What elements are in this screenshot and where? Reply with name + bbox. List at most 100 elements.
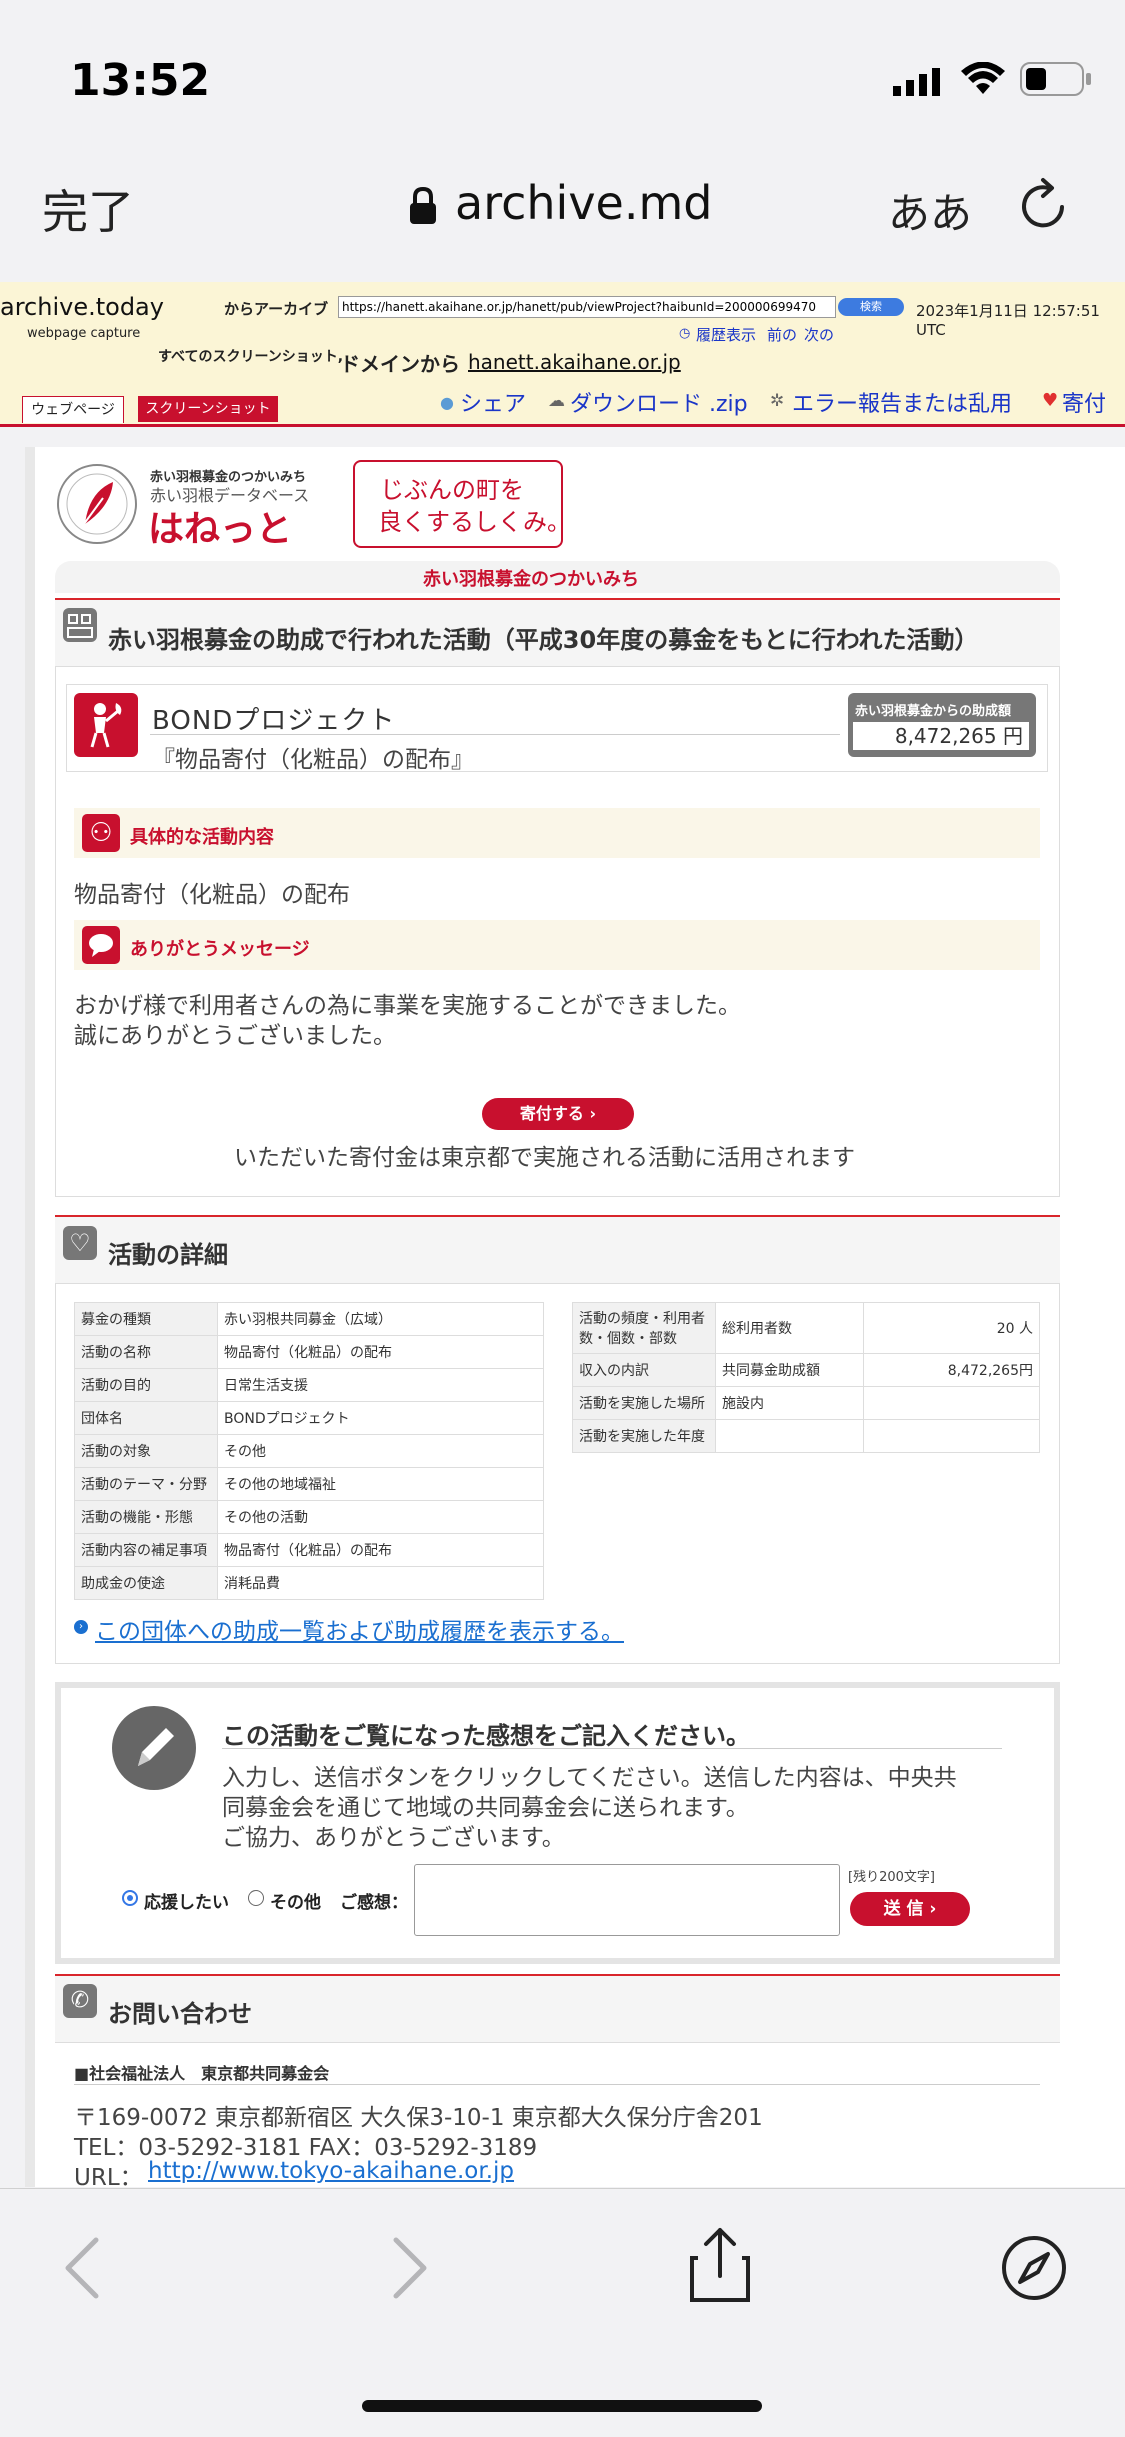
detail-value: BONDプロジェクト [217,1401,544,1435]
detail-value-2 [863,1419,1040,1453]
donate-link[interactable]: 寄付 [1062,386,1106,418]
detail-row: 活動の名称 物品寄付（化粧品）の配布 [74,1335,544,1369]
detail-value-2: 20 人 [863,1302,1040,1354]
detail-key: 活動の名称 [74,1335,218,1369]
detail-value: 消耗品費 [217,1566,544,1600]
lock-icon [408,186,438,230]
donate-button[interactable]: 寄付する › [482,1098,634,1130]
detail-row: 活動の頻度・利用者数・個数・部数 総利用者数 20 人 [572,1302,1040,1354]
detail-row: 活動内容の補足事項 物品寄付（化粧品）の配布 [74,1533,544,1567]
remaining-count: [残り200文字] [848,1870,935,1885]
done-button[interactable]: 完了 [42,176,134,242]
detail-key: 団体名 [74,1401,218,1435]
detail-key: 募金の種類 [74,1302,218,1336]
radio-support-label: 応援したい [144,1893,229,1913]
detail-row: 団体名 BONDプロジェクト [74,1401,544,1435]
reload-icon[interactable] [1015,176,1073,238]
report-link[interactable]: エラー報告または乱用 [792,386,1012,418]
feedback-line-3: ご協力、ありがとうございます。 [222,1825,565,1851]
detail-value: その他 [217,1434,544,1468]
detail-value-2 [863,1386,1040,1420]
detail-row: 助成金の使途 消耗品費 [74,1566,544,1600]
org-rule [74,2084,1040,2085]
share-sheet-icon[interactable] [688,2224,752,2308]
speech-bubble-icon [82,926,120,964]
address: 〒169-0072 東京都新宿区 大久保3-10-1 東京都大久保分庁舎201 [74,2105,763,2131]
pencil-icon [112,1706,196,1790]
archive-search-button[interactable]: 検索 [838,298,904,316]
tab-webpage[interactable]: ウェブページ [22,396,124,423]
detail-key: 活動の機能・形態 [74,1500,218,1534]
forward-icon[interactable] [390,2236,430,2304]
from-archive-label: からアーカイブ [224,300,329,318]
detail-key: 活動のテーマ・分野 [74,1467,218,1501]
back-icon[interactable] [62,2236,102,2304]
feedback-line-1: 入力し、送信ボタンをクリックしてください。送信した内容は、中央共 [222,1765,957,1791]
thanks-head: ありがとうメッセージ [130,939,310,960]
details-table-left: 募金の種類 赤い羽根共同募金（広域） 活動の名称 物品寄付（化粧品）の配布 活動の目的日… [74,1302,544,1600]
contact-title: お問い合わせ [108,2000,252,2028]
org-url-link[interactable]: http://www.tokyo-akaihane.or.jp [148,2158,514,2184]
tab-screenshot[interactable]: スクリーンショット [138,396,278,422]
compass-icon[interactable] [1000,2234,1068,2306]
detail-value-2: 8,472,265円 [863,1353,1040,1387]
thanks-line-1: おかげ様で利用者さんの為に事業を実施することができました。 [74,993,741,1019]
project-rule [150,734,840,735]
history-link[interactable]: 履歴表示 [696,324,756,345]
detail-key: 活動の対象 [74,1434,218,1468]
activity-head: 具体的な活動内容 [130,827,274,848]
section1-title: 赤い羽根募金の助成で行われた活動（平成30年度の募金をもとに行われた活動） [108,626,979,654]
detail-row: 活動を実施した場所 施設内 [572,1386,1040,1420]
detail-key: 活動を実施した場所 [572,1386,716,1420]
people-icon [63,608,97,642]
heart-icon: ♥ [1042,390,1059,411]
radio-support[interactable] [122,1890,138,1906]
history-list-link[interactable]: この団体への助成一覧および助成履歴を表示する。 [95,1612,624,1646]
tagline: 赤い羽根募金のつかいみち [423,569,639,590]
slogan-line-2: 良くするしくみ。 [378,508,571,536]
org-name: ■社会福祉法人 東京都共同募金会 [74,2064,330,2083]
domain-link[interactable]: hanett.akaihane.or.jp [468,350,681,374]
donate-note: いただいた寄付金は東京都で実施される活動に活用されます [234,1145,855,1171]
detail-value: 物品寄付（化粧品）の配布 [217,1533,544,1567]
share-link[interactable]: シェア [460,386,526,418]
detail-value: 施設内 [715,1386,864,1420]
detail-row: 活動の対象 その他 [74,1434,544,1468]
prev-link[interactable]: 前の [767,324,797,345]
radio-other[interactable] [248,1890,264,1906]
detail-key: 活動を実施した年度 [572,1419,716,1453]
detail-value: 総利用者数 [715,1302,864,1354]
archive-logo[interactable]: archive.today [0,293,164,321]
battery-icon [1020,62,1092,102]
project-icon [74,693,138,757]
archive-url-input[interactable] [338,296,836,318]
activity-text: 物品寄付（化粧品）の配布 [74,882,350,908]
impression-label: ご感想： [340,1893,408,1913]
reader-options-button[interactable]: ああ [888,180,972,241]
download-link[interactable]: ダウンロード .zip [570,386,748,418]
phone-icon: ✆ [63,1984,97,2018]
detail-key: 活動の目的 [74,1368,218,1402]
grant-amount: 8,472,265 円 [853,722,1029,750]
slogan-line-1: じぶんの町を [380,476,524,504]
send-button[interactable]: 送 信 › [850,1892,970,1926]
next-link[interactable]: 次の [804,324,834,345]
archive-timestamp: 2023年1月11日 12:57:51 UTC [916,302,1100,339]
arrow-bullet-icon: › [74,1620,88,1634]
detail-key: 活動の頻度・利用者数・個数・部数 [572,1302,716,1354]
project-name: BONDプロジェクト [152,706,396,736]
detail-key: 収入の内訳 [572,1353,716,1387]
detail-value: 赤い羽根共同募金（広域） [217,1302,544,1336]
thanks-line-2: 誠にありがとうございました。 [74,1023,396,1049]
heart-outline-icon: ♡ [63,1226,97,1260]
feedback-title: この活動をご覧になった感想をご記入ください。 [222,1722,750,1750]
signal-icon [893,68,943,100]
from-domain-label: ドメインから [340,352,460,376]
url-host[interactable]: archive.md [455,176,712,230]
detail-key: 助成金の使途 [74,1566,218,1600]
wifi-icon [960,61,1006,100]
impression-textarea[interactable] [414,1864,840,1936]
detail-value: 物品寄付（化粧品）の配布 [217,1335,544,1369]
detail-value: 日常生活支援 [217,1368,544,1402]
project-subtitle: 『物品寄付（化粧品）の配布』 [152,747,474,773]
